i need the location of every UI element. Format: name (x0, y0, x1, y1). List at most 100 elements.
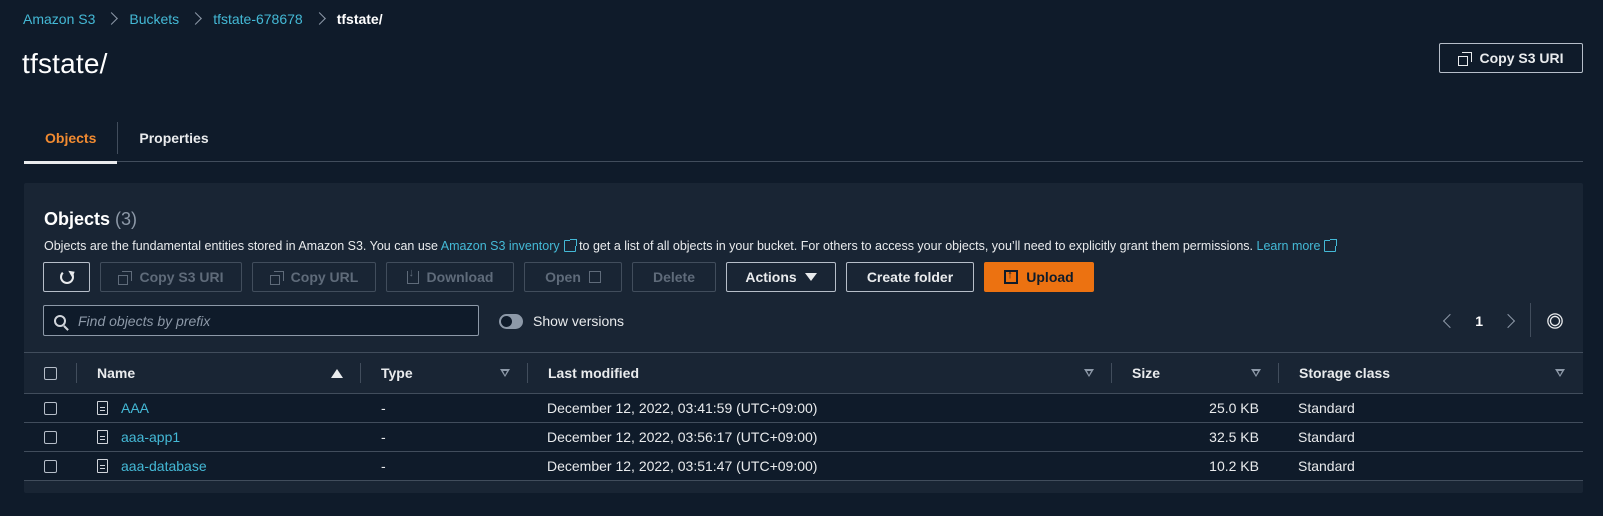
open-button[interactable]: Open (524, 262, 622, 292)
learn-more-label: Learn more (1256, 239, 1321, 253)
pager-divider (1530, 303, 1531, 337)
desc-text-1: Objects are the fundamental entities sto… (44, 239, 441, 253)
select-all-cell (24, 352, 77, 394)
chevron-right-icon (315, 9, 325, 29)
chevron-right-icon (191, 9, 201, 29)
object-name-link[interactable]: aaa-database (121, 458, 207, 474)
table-row[interactable]: aaa-app1 - December 12, 2022, 03:56:17 (… (24, 423, 1583, 452)
create-folder-label: Create folder (866, 269, 954, 285)
column-storage-class-label: Storage class (1299, 365, 1391, 381)
chevron-right-icon (107, 9, 117, 29)
table-row[interactable]: AAA - December 12, 2022, 03:41:59 (UTC+0… (24, 394, 1583, 423)
download-button[interactable]: Download (386, 262, 514, 292)
size-cell: 25.0 KB (1209, 400, 1259, 416)
table-header: Name Type Last modified Size Storage cla… (24, 352, 1583, 394)
type-cell: - (381, 429, 386, 445)
object-name-link[interactable]: AAA (121, 400, 149, 416)
desc-text-2: to get a list of all objects in your buc… (575, 239, 1254, 253)
refresh-icon (59, 270, 74, 284)
download-icon (406, 267, 419, 284)
size-cell: 32.5 KB (1209, 429, 1259, 445)
caret-down-icon (804, 273, 817, 281)
show-versions-toggle[interactable] (499, 313, 523, 329)
search-input[interactable] (78, 312, 458, 329)
open-label: Open (545, 269, 581, 285)
name-cell: aaa-app1 (77, 423, 361, 452)
type-cell: - (381, 400, 386, 416)
objects-toolbar: Copy S3 URI Copy URL Download Open Delet… (43, 262, 1094, 292)
copy-s3-uri-button[interactable]: Copy S3 URI (100, 262, 242, 292)
size-cell: 10.2 KB (1209, 458, 1259, 474)
row-checkbox[interactable] (44, 459, 57, 473)
create-folder-button[interactable]: Create folder (846, 262, 974, 292)
upload-label: Upload (1026, 269, 1074, 285)
copy-s3-uri-header-button[interactable]: Copy S3 URI (1439, 43, 1583, 73)
column-last-modified[interactable]: Last modified (528, 352, 1112, 394)
row-checkbox[interactable] (44, 430, 57, 444)
select-all-checkbox[interactable] (44, 366, 57, 380)
page-title: tfstate/ (22, 48, 108, 79)
tab-properties[interactable]: Properties (118, 114, 229, 162)
column-size-label: Size (1132, 365, 1161, 381)
type-cell: - (381, 458, 386, 474)
column-storage-class[interactable]: Storage class (1279, 352, 1583, 394)
column-name[interactable]: Name (77, 352, 361, 394)
table-row[interactable]: aaa-database - December 12, 2022, 03:51:… (24, 452, 1583, 481)
current-page-number[interactable]: 1 (1475, 313, 1483, 329)
name-cell: AAA (77, 394, 361, 423)
modified-cell: December 12, 2022, 03:56:17 (UTC+09:00) (547, 429, 818, 445)
modified-cell: December 12, 2022, 03:41:59 (UTC+09:00) (547, 400, 818, 416)
objects-panel: Objects (3) Objects are the fundamental … (24, 183, 1583, 493)
gear-icon[interactable] (1549, 315, 1561, 327)
chevron-left-icon[interactable] (1443, 313, 1458, 329)
object-name-link[interactable]: aaa-app1 (121, 429, 180, 445)
actions-label: Actions (745, 269, 797, 285)
s3-inventory-link[interactable]: Amazon S3 inventory (440, 239, 577, 253)
breadcrumb-bucket[interactable]: tfstate-678678 (213, 11, 303, 27)
delete-label: Delete (652, 269, 696, 285)
sort-icon (1555, 369, 1565, 377)
search-box (43, 305, 479, 336)
actions-dropdown[interactable]: Actions (726, 262, 836, 292)
s3-inventory-link-label: Amazon S3 inventory (440, 239, 560, 253)
sort-icon (500, 369, 510, 377)
chevron-right-icon[interactable] (1500, 313, 1516, 329)
download-label: Download (426, 269, 494, 285)
storage-cell: Standard (1298, 400, 1355, 416)
column-type[interactable]: Type (361, 352, 528, 394)
storage-cell: Standard (1298, 429, 1355, 445)
show-versions-label: Show versions (533, 313, 625, 329)
column-name-label: Name (97, 365, 136, 381)
search-icon (54, 314, 66, 327)
copy-url-label: Copy URL (290, 269, 359, 285)
panel-description: Objects are the fundamental entities sto… (44, 239, 1338, 253)
breadcrumb-buckets[interactable]: Buckets (129, 11, 179, 27)
refresh-button[interactable] (43, 262, 90, 292)
sort-icon (1251, 369, 1261, 377)
sort-icon (1084, 369, 1094, 377)
storage-cell: Standard (1298, 458, 1355, 474)
external-link-icon (1324, 239, 1338, 252)
column-type-label: Type (381, 365, 413, 381)
copy-icon (118, 270, 133, 285)
row-checkbox[interactable] (44, 401, 57, 415)
copy-url-button[interactable]: Copy URL (252, 262, 376, 292)
column-last-modified-label: Last modified (548, 365, 640, 381)
objects-table: Name Type Last modified Size Storage cla… (24, 352, 1583, 481)
breadcrumb: Amazon S3 Buckets tfstate-678678 tfstate… (23, 9, 383, 29)
panel-title: Objects (3) (44, 209, 137, 230)
sort-ascending-icon (331, 368, 343, 378)
tab-bar: Objects Properties (24, 114, 1583, 164)
breadcrumb-amazon-s3[interactable]: Amazon S3 (23, 11, 95, 27)
copy-icon (269, 270, 284, 285)
column-size[interactable]: Size (1112, 352, 1279, 394)
delete-button[interactable]: Delete (632, 262, 716, 292)
upload-icon (1004, 269, 1019, 284)
upload-button[interactable]: Upload (984, 262, 1094, 292)
breadcrumb-current: tfstate/ (336, 11, 383, 27)
show-versions-toggle-wrap: Show versions (499, 313, 624, 329)
learn-more-link[interactable]: Learn more (1256, 239, 1338, 253)
row-select-cell (24, 452, 77, 481)
file-icon (97, 459, 108, 473)
tab-objects[interactable]: Objects (24, 114, 118, 164)
